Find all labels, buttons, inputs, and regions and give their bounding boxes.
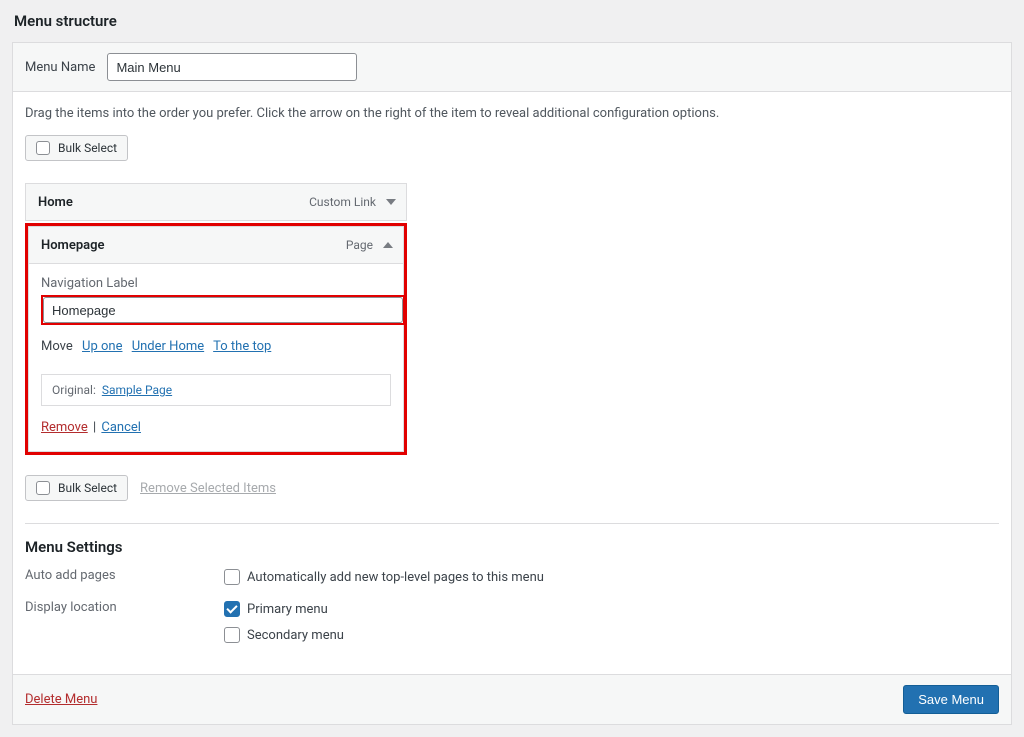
menu-name-label: Menu Name — [25, 60, 95, 75]
menu-item-homepage-title: Homepage — [41, 238, 105, 253]
chevron-down-icon — [386, 199, 396, 205]
move-row: Move Up one Under Home To the top — [41, 339, 391, 354]
secondary-menu-text: Secondary menu — [247, 628, 344, 643]
auto-add-checkbox[interactable] — [224, 569, 240, 585]
original-box: Original: Sample Page — [41, 374, 391, 406]
remove-selected-link[interactable]: Remove Selected Items — [140, 481, 276, 496]
auto-add-option[interactable]: Automatically add new top-level pages to… — [220, 566, 544, 588]
menu-item-homepage-type: Page — [346, 238, 373, 252]
primary-menu-text: Primary menu — [247, 602, 328, 617]
divider — [25, 523, 999, 524]
remove-cancel-row: Remove | Cancel — [41, 420, 391, 435]
menu-settings-heading: Menu Settings — [25, 538, 999, 556]
menu-panel: Menu Name Drag the items into the order … — [12, 42, 1012, 725]
primary-menu-option[interactable]: Primary menu — [220, 598, 344, 620]
menu-item-homepage-highlight: Homepage Page Navigation Label Move — [25, 223, 407, 455]
save-menu-button[interactable]: Save Menu — [903, 685, 999, 714]
navigation-label-input[interactable] — [43, 297, 403, 323]
auto-add-label: Auto add pages — [25, 566, 220, 583]
move-to-top-link[interactable]: To the top — [213, 339, 271, 354]
move-under-home-link[interactable]: Under Home — [132, 339, 204, 354]
section-title: Menu structure — [14, 12, 1012, 30]
original-label: Original: — [52, 383, 96, 397]
checkbox-icon — [36, 141, 50, 155]
menu-name-input[interactable] — [107, 53, 357, 81]
bulk-select-label-bottom: Bulk Select — [58, 481, 117, 495]
secondary-menu-option[interactable]: Secondary menu — [220, 624, 344, 646]
separator: | — [93, 420, 96, 435]
chevron-up-icon — [383, 242, 393, 248]
menu-item-homepage-details: Navigation Label Move Up one Under Home … — [28, 264, 404, 452]
menu-item-homepage[interactable]: Homepage Page — [28, 226, 404, 264]
panel-body: Drag the items into the order you prefer… — [13, 92, 1011, 674]
bulk-select-button-bottom[interactable]: Bulk Select — [25, 475, 128, 501]
nav-label-highlight — [41, 295, 405, 325]
move-label: Move — [41, 339, 73, 354]
delete-menu-link[interactable]: Delete Menu — [25, 692, 97, 707]
cancel-link[interactable]: Cancel — [101, 420, 141, 435]
menu-items-list: Home Custom Link Homepage Page — [25, 183, 407, 455]
instructions-text: Drag the items into the order you prefer… — [25, 106, 999, 121]
secondary-menu-checkbox[interactable] — [224, 627, 240, 643]
checkbox-icon — [36, 481, 50, 495]
primary-menu-checkbox[interactable] — [224, 601, 240, 617]
auto-add-option-text: Automatically add new top-level pages to… — [247, 570, 544, 585]
remove-link[interactable]: Remove — [41, 420, 88, 435]
menu-item-home-title: Home — [38, 195, 73, 210]
panel-footer: Delete Menu Save Menu — [13, 674, 1011, 724]
bulk-select-button[interactable]: Bulk Select — [25, 135, 128, 161]
original-link[interactable]: Sample Page — [102, 383, 172, 397]
menu-item-home-type: Custom Link — [309, 195, 376, 209]
bulk-select-label: Bulk Select — [58, 141, 117, 155]
move-up-one-link[interactable]: Up one — [82, 339, 122, 354]
panel-header: Menu Name — [13, 43, 1011, 92]
nav-label-field-label: Navigation Label — [41, 276, 391, 291]
menu-item-home[interactable]: Home Custom Link — [25, 183, 407, 221]
display-location-label: Display location — [25, 598, 220, 615]
